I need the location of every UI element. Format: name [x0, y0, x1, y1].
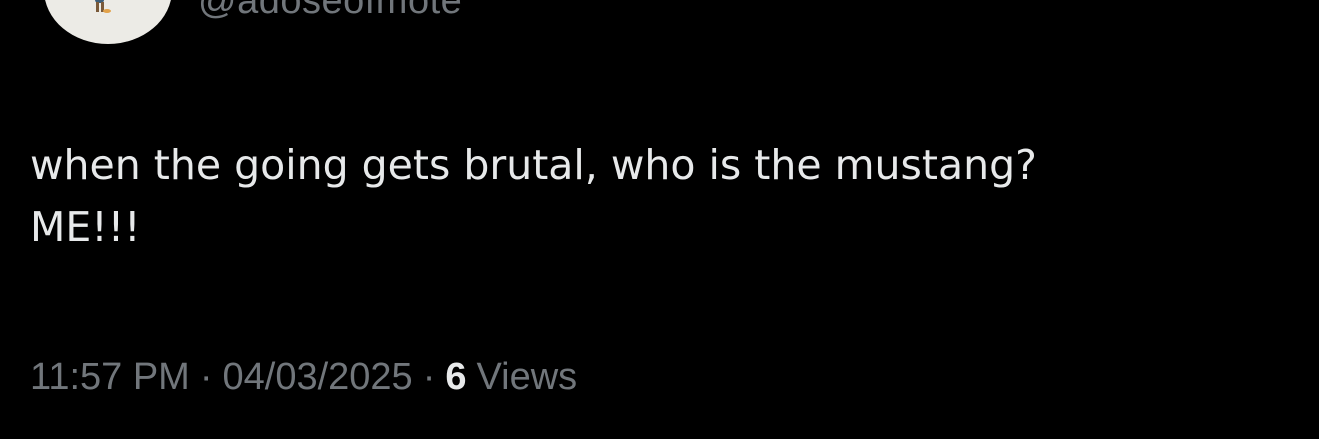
author-handle[interactable]: @adoseofmote — [198, 0, 462, 23]
meta-separator: · — [199, 356, 213, 398]
author-avatar[interactable] — [44, 0, 172, 44]
tweet-time[interactable]: 11:57 PM — [30, 356, 190, 399]
views-count[interactable]: 6 — [445, 356, 466, 399]
tweet-meta: 11:57 PM · 04/03/2025 · 6 Views — [30, 356, 577, 399]
tweet-date[interactable]: 04/03/2025 — [223, 356, 413, 399]
meta-separator: · — [422, 356, 436, 398]
views-label[interactable]: Views — [476, 356, 577, 399]
tweet-text: when the going gets brutal, who is the m… — [30, 141, 1037, 251]
avatar-figure-image — [95, 0, 111, 13]
